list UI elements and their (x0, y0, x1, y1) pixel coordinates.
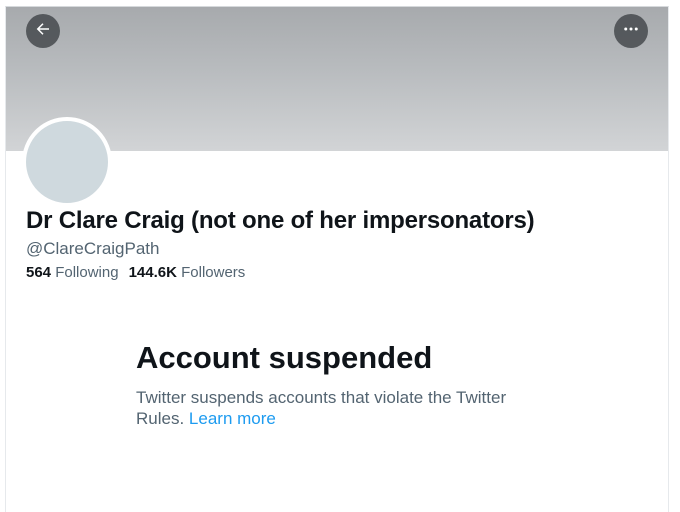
avatar[interactable] (22, 117, 112, 207)
arrow-left-icon (34, 20, 52, 43)
suspension-message-block: Twitter suspends accounts that violate t… (136, 387, 536, 429)
following-count: 564 (26, 264, 52, 281)
followers-link[interactable]: 144.6K Followers (129, 264, 246, 281)
followers-label: Followers (181, 264, 246, 281)
profile-banner (6, 7, 668, 151)
learn-more-link[interactable]: Learn more (189, 409, 276, 428)
profile-stats: 564 Following 144.6K Followers (26, 264, 245, 281)
back-button[interactable] (26, 14, 60, 48)
profile-page: Dr Clare Craig (not one of her impersona… (5, 6, 669, 512)
followers-count: 144.6K (128, 264, 177, 281)
following-label: Following (55, 264, 119, 281)
profile-display-name: Dr Clare Craig (not one of her impersona… (26, 207, 535, 234)
profile-handle: @ClareCraigPath (26, 239, 160, 258)
more-options-button[interactable] (614, 14, 648, 48)
more-horizontal-icon (622, 20, 640, 43)
following-link[interactable]: 564 Following (26, 264, 119, 281)
suspension-title: Account suspended (136, 340, 433, 375)
